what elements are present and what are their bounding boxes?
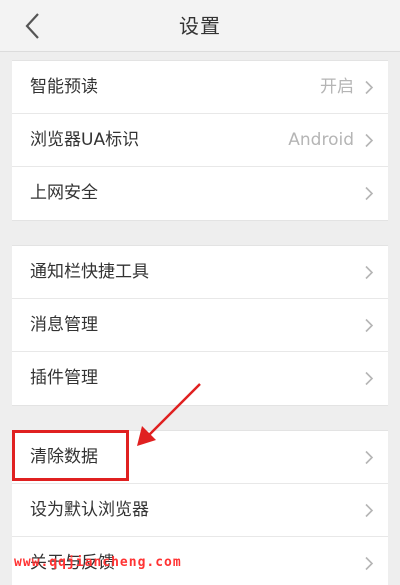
setting-label: 通知栏快捷工具 [30,262,149,282]
setting-label: 浏览器UA标识 [30,130,140,150]
setting-row-smart-preread[interactable]: 智能预读 开启 [12,61,388,114]
setting-row-message-management[interactable]: 消息管理 [12,299,388,352]
setting-row-plugin-management[interactable]: 插件管理 [12,352,388,405]
chevron-right-icon [365,80,374,95]
chevron-right-icon [365,318,374,333]
settings-group-general: 清除数据 设为默认浏览器 关于与反馈 [12,430,388,585]
setting-label: 关于与反馈 [30,553,115,573]
setting-value: 开启 [320,77,354,97]
setting-label: 智能预读 [30,77,98,97]
setting-row-notification-shortcuts[interactable]: 通知栏快捷工具 [12,246,388,299]
setting-label: 上网安全 [30,183,98,203]
chevron-right-icon [365,503,374,518]
setting-label: 消息管理 [30,315,98,335]
settings-page: 设置 智能预读 开启 浏览器UA标识 Android 上网安全 通知栏快捷工具 … [0,0,400,585]
setting-row-ua-identifier[interactable]: 浏览器UA标识 Android [12,114,388,167]
setting-label: 清除数据 [30,447,98,467]
chevron-right-icon [365,371,374,386]
setting-row-about-feedback[interactable]: 关于与反馈 [12,537,388,585]
settings-group-browsing: 智能预读 开启 浏览器UA标识 Android 上网安全 [12,60,388,221]
setting-row-web-security[interactable]: 上网安全 [12,167,388,220]
setting-label: 插件管理 [30,368,98,388]
header-bar: 设置 [0,0,400,52]
chevron-right-icon [365,556,374,571]
setting-label: 设为默认浏览器 [30,500,149,520]
chevron-right-icon [365,450,374,465]
page-title: 设置 [179,14,221,38]
chevron-right-icon [365,133,374,148]
setting-row-default-browser[interactable]: 设为默认浏览器 [12,484,388,537]
setting-row-clear-data[interactable]: 清除数据 [12,431,388,484]
setting-value: Android [288,130,354,150]
chevron-right-icon [365,186,374,201]
chevron-right-icon [365,265,374,280]
settings-group-tools: 通知栏快捷工具 消息管理 插件管理 [12,245,388,406]
